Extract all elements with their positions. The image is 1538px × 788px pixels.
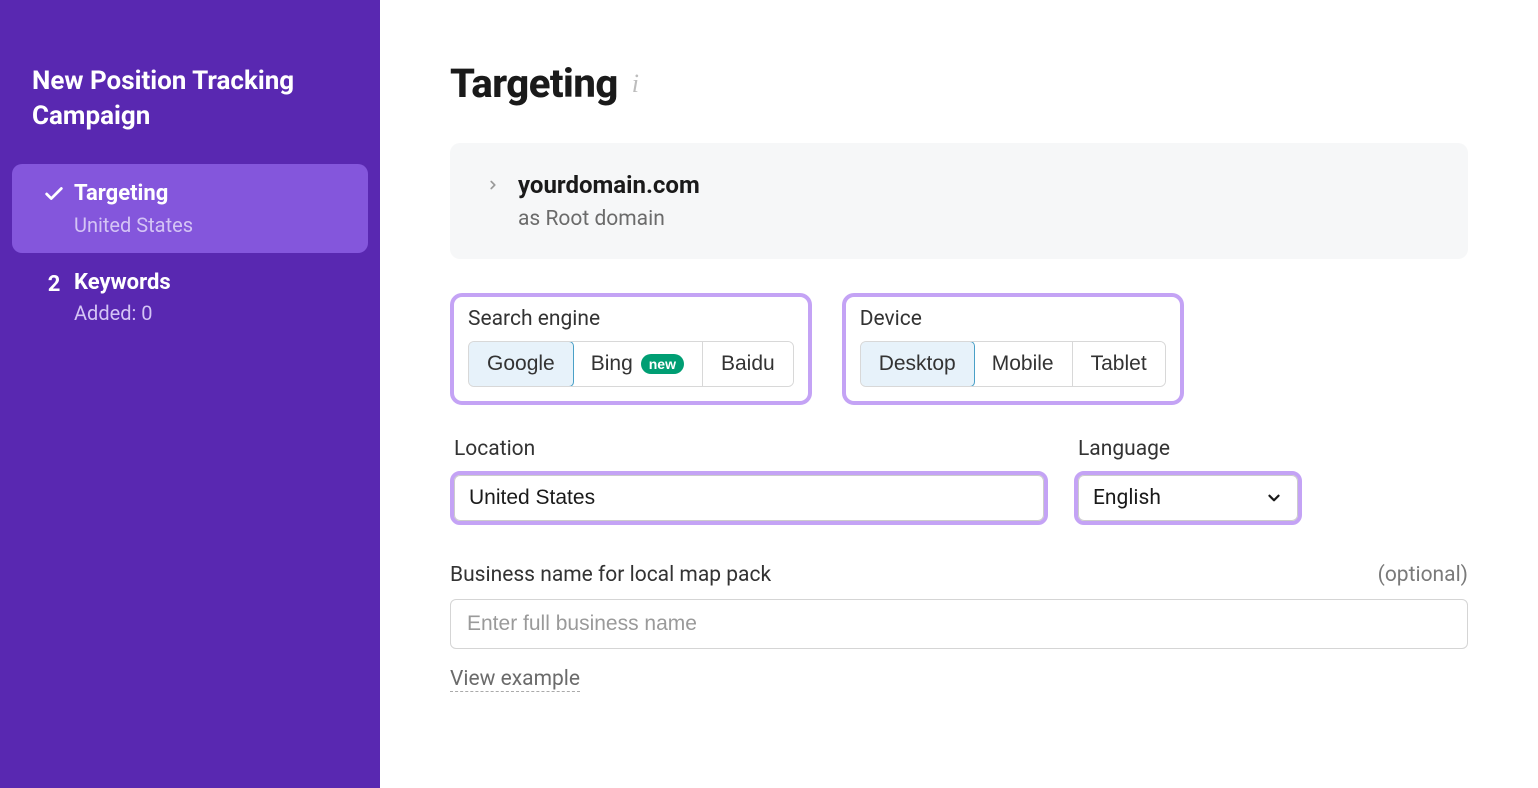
location-language-row: Location Language English: [450, 437, 1468, 525]
engine-device-row: Search engine Google Bingnew Baidu Devic…: [450, 293, 1468, 405]
location-label: Location: [450, 437, 1048, 461]
language-value: English: [1093, 486, 1161, 510]
device-segmented: Desktop Mobile Tablet: [860, 341, 1166, 387]
search-engine-group: Search engine Google Bingnew Baidu: [450, 293, 812, 405]
search-engine-label: Search engine: [468, 307, 794, 331]
check-icon: [34, 180, 74, 205]
chevron-right-icon: [486, 171, 500, 195]
business-name-input[interactable]: [450, 599, 1468, 649]
device-tablet[interactable]: Tablet: [1073, 342, 1165, 386]
step-body: Targeting United States: [74, 180, 346, 237]
business-label-row: Business name for local map pack (option…: [450, 563, 1468, 587]
language-label: Language: [1074, 437, 1302, 461]
step-label: Targeting: [74, 180, 346, 209]
domain-card[interactable]: yourdomain.com as Root domain: [450, 143, 1468, 259]
info-icon[interactable]: i: [632, 69, 639, 99]
step-number: 2: [34, 269, 74, 297]
domain-name: yourdomain.com: [518, 171, 700, 199]
search-engine-baidu[interactable]: Baidu: [703, 342, 793, 386]
location-input[interactable]: [454, 475, 1044, 521]
location-highlight: [450, 471, 1048, 525]
language-highlight: English: [1074, 471, 1302, 525]
step-sub: Added: 0: [74, 301, 346, 325]
device-group: Device Desktop Mobile Tablet: [842, 293, 1184, 405]
language-select[interactable]: English: [1078, 475, 1298, 521]
optional-label: (optional): [1378, 563, 1468, 587]
page-title: Targeting: [450, 60, 618, 107]
sidebar-step-keywords[interactable]: 2 Keywords Added: 0: [12, 253, 368, 342]
page-heading: Targeting i: [450, 60, 1468, 107]
search-engine-google[interactable]: Google: [468, 341, 574, 387]
location-field: Location: [450, 437, 1048, 525]
chevron-down-icon: [1265, 489, 1283, 507]
main-content: Targeting i yourdomain.com as Root domai…: [380, 0, 1538, 788]
search-engine-segmented: Google Bingnew Baidu: [468, 341, 794, 387]
device-mobile[interactable]: Mobile: [974, 342, 1073, 386]
step-sub: United States: [74, 213, 346, 237]
sidebar: New Position Tracking Campaign Targeting…: [0, 0, 380, 788]
device-label: Device: [860, 307, 1166, 331]
step-label: Keywords: [74, 269, 346, 298]
view-example-link[interactable]: View example: [450, 667, 580, 692]
language-field: Language English: [1074, 437, 1302, 525]
sidebar-title: New Position Tracking Campaign: [0, 0, 380, 164]
business-section: Business name for local map pack (option…: [450, 563, 1468, 692]
domain-info: yourdomain.com as Root domain: [518, 171, 700, 231]
step-body: Keywords Added: 0: [74, 269, 346, 326]
search-engine-bing[interactable]: Bingnew: [573, 342, 703, 386]
sidebar-step-targeting[interactable]: Targeting United States: [12, 164, 368, 253]
new-badge: new: [641, 354, 684, 374]
business-label: Business name for local map pack: [450, 563, 771, 587]
device-desktop[interactable]: Desktop: [860, 341, 975, 387]
domain-sub: as Root domain: [518, 207, 700, 231]
